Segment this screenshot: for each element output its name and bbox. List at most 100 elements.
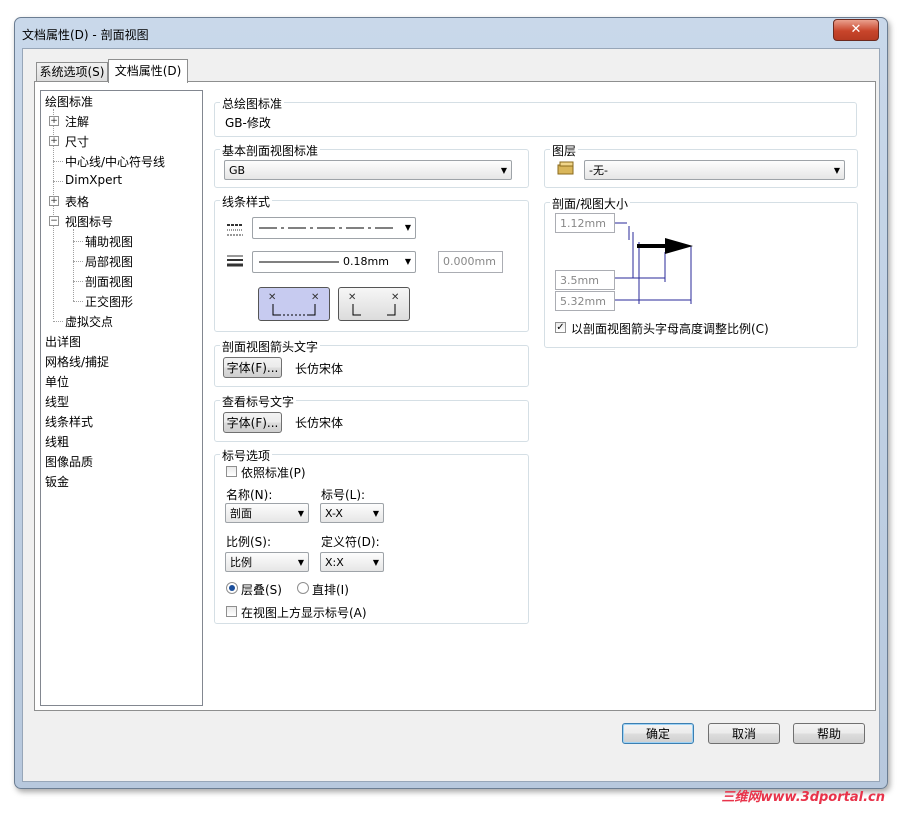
chevron-down-icon: ▼ [297, 509, 304, 518]
name-value: 剖面 [230, 507, 252, 520]
scale-select[interactable]: 比例 ▼ [225, 552, 309, 572]
tree-connector [53, 321, 63, 322]
tree-item-line-style[interactable]: 线条样式 [45, 413, 93, 430]
scale-value: 比例 [230, 556, 252, 569]
section-line-style-1-button[interactable]: ✕ ✕ [258, 287, 330, 321]
svg-text:✕: ✕ [311, 292, 319, 303]
label-select[interactable]: X-X ▼ [320, 503, 384, 523]
per-standard-label: 依照标准(P) [241, 466, 306, 480]
inline-label: 直排(I) [312, 583, 349, 597]
expand-plus-icon[interactable]: + [49, 116, 59, 126]
scale-by-letter-height-checkbox[interactable]: ✓ [555, 322, 566, 333]
line-pattern-preview [259, 227, 394, 229]
layer-stack-icon [557, 161, 575, 175]
tree-item-sheet-metal[interactable]: 钣金 [45, 473, 69, 490]
tree-item-orthographic[interactable]: 正交图形 [85, 293, 133, 310]
scale-by-letter-height-label: 以剖面视图箭头字母高度调整比例(C) [571, 322, 769, 336]
tree-connector [53, 161, 63, 162]
tree-item-line-thickness[interactable]: 线粗 [45, 433, 69, 450]
line-thickness-preview [259, 261, 339, 263]
section-size-label: 剖面/视图大小 [550, 195, 631, 212]
scale-field-label: 比例(S): [226, 535, 272, 549]
custom-thickness-input[interactable]: 0.000mm [438, 251, 503, 273]
tree-item-tables[interactable]: 表格 [65, 193, 89, 210]
view-label-font-name: 长仿宋体 [295, 416, 344, 430]
tree-item-detailing[interactable]: 出详图 [45, 333, 81, 350]
overall-standard-value: GB-修改 [225, 116, 271, 130]
layer-label: 图层 [550, 142, 579, 159]
tree-connector [73, 281, 83, 282]
stacked-radio[interactable] [226, 582, 238, 594]
inline-radio[interactable] [297, 582, 309, 594]
tab-system-options[interactable]: 系统选项(S) [36, 62, 108, 82]
expand-plus-icon[interactable]: + [49, 136, 59, 146]
base-standard-label: 基本剖面视图标准 [220, 142, 321, 159]
show-above-label: 在视图上方显示标号(A) [241, 606, 367, 620]
layer-select[interactable]: -无- ▼ [584, 160, 845, 180]
tree-connector [73, 261, 83, 262]
tree-item-annotations[interactable]: 注解 [65, 113, 89, 130]
close-button[interactable]: ✕ [833, 19, 879, 41]
tree-item-drawing-standard[interactable]: 绘图标准 [45, 93, 93, 110]
line-weight-icon [226, 254, 244, 268]
overall-standard-label: 总绘图标准 [220, 95, 285, 112]
layer-value: -无- [589, 164, 608, 177]
window-title: 文档属性(D) - 剖面视图 [22, 28, 149, 42]
line-thickness-value: 0.18mm [343, 255, 389, 268]
tree-item-image-quality[interactable]: 图像品质 [45, 453, 93, 470]
tree-item-line-font[interactable]: 线型 [45, 393, 69, 410]
line-style-label: 线条样式 [220, 193, 273, 210]
chevron-down-icon: ▼ [404, 257, 411, 266]
name-select[interactable]: 剖面 ▼ [225, 503, 309, 523]
line-font-select[interactable]: ▼ [252, 217, 416, 239]
delimiter-field-label: 定义符(D): [321, 535, 380, 549]
property-tree[interactable]: 绘图标准 + 注解 + 尺寸 中心线/中心符号线 DimXpert + 表格 −… [40, 90, 203, 706]
label-value: X-X [325, 507, 343, 520]
arrow-height-input[interactable]: 1.12mm [555, 213, 615, 233]
tree-item-view-labels[interactable]: 视图标号 [65, 213, 113, 230]
name-field-label: 名称(N): [226, 488, 273, 502]
help-button[interactable]: 帮助 [793, 723, 865, 744]
collapse-minus-icon[interactable]: − [49, 216, 59, 226]
per-standard-checkbox[interactable] [226, 466, 237, 477]
label-options-label: 标号选项 [220, 447, 273, 464]
view-label-font-button[interactable]: 字体(F)... [223, 412, 282, 433]
chevron-down-icon: ▼ [833, 166, 840, 175]
svg-text:✕: ✕ [348, 292, 356, 303]
arrow-width-input[interactable]: 3.5mm [555, 270, 615, 290]
delimiter-value: X:X [325, 556, 344, 569]
tree-item-units[interactable]: 单位 [45, 373, 69, 390]
section-line-style-2-button[interactable]: ✕ ✕ [338, 287, 410, 321]
tree-item-grid-snap[interactable]: 网格线/捕捉 [45, 353, 109, 370]
tree-connector [53, 181, 63, 182]
line-thickness-select[interactable]: 0.18mm ▼ [252, 251, 416, 273]
view-label-text-label: 查看标号文字 [220, 393, 297, 410]
svg-text:✕: ✕ [391, 292, 399, 303]
chevron-down-icon: ▼ [297, 558, 304, 567]
tab-document-properties[interactable]: 文档属性(D) [108, 59, 188, 83]
tree-item-section-view[interactable]: 剖面视图 [85, 273, 133, 290]
arrow-size-diagram-icon [615, 222, 700, 312]
show-above-checkbox[interactable] [226, 606, 237, 617]
ok-button[interactable]: 确定 [622, 723, 694, 744]
arrow-length-input[interactable]: 5.32mm [555, 291, 615, 311]
tree-item-centerlines[interactable]: 中心线/中心符号线 [65, 153, 165, 170]
expand-plus-icon[interactable]: + [49, 196, 59, 206]
tree-item-detail-view[interactable]: 局部视图 [85, 253, 133, 270]
section-line-closed-icon: ✕ ✕ [348, 292, 399, 316]
stacked-label: 层叠(S) [241, 583, 282, 597]
tree-item-virtual-sharp[interactable]: 虚拟交点 [65, 313, 113, 330]
base-standard-select[interactable]: GB ▼ [224, 160, 512, 180]
arrow-text-font-name: 长仿宋体 [295, 362, 344, 376]
cancel-button[interactable]: 取消 [708, 723, 780, 744]
arrow-text-font-button[interactable]: 字体(F)... [223, 357, 282, 378]
svg-text:✕: ✕ [268, 292, 276, 303]
tree-item-dimxpert[interactable]: DimXpert [65, 173, 122, 187]
section-line-open-icon: ✕ ✕ [268, 292, 319, 316]
line-font-icon [226, 223, 244, 237]
delimiter-select[interactable]: X:X ▼ [320, 552, 384, 572]
tree-item-auxiliary-view[interactable]: 辅助视图 [85, 233, 133, 250]
site-watermark: 三维网www.3dportal.cn [721, 790, 885, 805]
arrow-text-label: 剖面视图箭头文字 [220, 338, 321, 355]
tree-item-dimensions[interactable]: 尺寸 [65, 133, 89, 150]
